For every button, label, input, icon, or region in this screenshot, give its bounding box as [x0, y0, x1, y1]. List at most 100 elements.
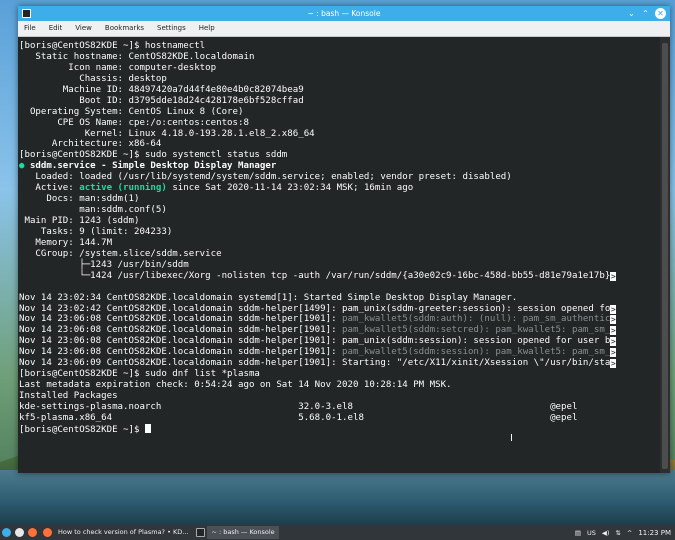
log-line: Nov 14 23:06:08 CentOS82KDE.localdomain …	[19, 314, 660, 325]
task-browser[interactable]: How to check version of Plasma? • KD...	[54, 526, 192, 539]
active-since: since Sat 2020-11-14 23:02:34 MSK; 16min…	[166, 183, 414, 194]
application-launcher-icon[interactable]	[2, 528, 11, 537]
log-line: Nov 14 23:06:09 CentOS82KDE.localdomain …	[19, 358, 660, 369]
terminal-text: Icon name: computer-desktop	[19, 62, 217, 73]
truncation-marker: >	[610, 326, 617, 336]
window-titlebar[interactable]: ~ : bash — Konsole ⌄ ⌃ ✕	[18, 6, 670, 21]
terminal-text: [boris@CentOS82KDE ~]$ hostnamectl	[19, 41, 206, 51]
truncation-marker: >	[610, 271, 617, 281]
terminal-text: Kernel: Linux 4.18.0-193.28.1.el8_2.x86_…	[19, 128, 315, 139]
terminal-line: Installed Packages	[19, 391, 660, 402]
loaded-line: Loaded: loaded (/usr/lib/systemd/system/…	[19, 172, 512, 183]
prompt-line: [boris@CentOS82KDE ~]$	[19, 423, 660, 435]
volume-icon[interactable]: ◀)	[602, 529, 610, 537]
menu-help[interactable]: Help	[199, 21, 215, 36]
terminal-line: Memory: 144.7M	[19, 238, 660, 249]
task-konsole[interactable]: ~ : bash — Konsole	[207, 526, 279, 539]
keyboard-layout[interactable]: US	[587, 529, 596, 537]
tray-expand-icon[interactable]: ^	[627, 529, 632, 537]
log-line: Nov 14 23:02:34 CentOS82KDE.localdomain …	[19, 293, 660, 304]
taskbar: How to check version of Plasma? • KD... …	[0, 525, 675, 540]
menu-bar: File Edit View Bookmarks Settings Help	[18, 21, 670, 37]
terminal-line: Boot ID: d3795dde18d24c428178e6bf528cffa…	[19, 96, 660, 107]
minimize-button[interactable]: ⌄	[626, 8, 637, 19]
terminal-text: [boris@CentOS82KDE ~]$ sudo systemctl st…	[19, 150, 288, 161]
close-button[interactable]: ✕	[655, 8, 666, 19]
clock[interactable]: 11:23 PM	[638, 529, 671, 537]
terminal-cursor	[144, 423, 151, 433]
firefox-icon[interactable]	[28, 528, 37, 537]
truncation-marker: >	[610, 348, 617, 358]
terminal-line: Operating System: CentOS Linux 8 (Core)	[19, 107, 660, 118]
log-prefix: Nov 14 23:06:08 CentOS82KDE.localdomain …	[19, 314, 343, 325]
log-prefix: Nov 14 23:06:08 CentOS82KDE.localdomain …	[19, 325, 343, 336]
log-message: Starting: "/etc/X11/xinit/Xsession \"/us…	[342, 358, 611, 369]
terminal-line: kf5-plasma.x86_64 5.68.0-1.el8 @epel	[19, 413, 660, 424]
prompt: [boris@CentOS82KDE ~]$	[19, 424, 145, 435]
terminal-line: └─1424 /usr/libexec/Xorg -nolisten tcp -…	[19, 271, 660, 282]
log-prefix: Nov 14 23:06:09 CentOS82KDE.localdomain …	[19, 358, 343, 369]
text-cursor-icon: I	[510, 433, 513, 444]
terminal-line: [boris@CentOS82KDE ~]$ sudo systemctl st…	[19, 150, 660, 161]
terminal-text: CPE OS Name: cpe:/o:centos:centos:8	[19, 117, 249, 128]
truncation-marker: >	[610, 315, 617, 325]
truncation-marker: >	[610, 337, 617, 347]
truncation-marker: >	[610, 304, 617, 314]
detail-text: Main PID: 1243 (sddm)	[19, 216, 140, 226]
chrome-icon[interactable]	[15, 528, 24, 537]
log-line: Nov 14 23:02:42 CentOS82KDE.localdomain …	[19, 304, 660, 315]
window-title: ~ : bash — Konsole	[307, 9, 381, 18]
log-prefix: Nov 14 23:06:08 CentOS82KDE.localdomain …	[19, 347, 343, 358]
log-line: Nov 14 23:06:08 CentOS82KDE.localdomain …	[19, 336, 660, 347]
menu-bookmarks[interactable]: Bookmarks	[105, 21, 144, 36]
terminal-text: Installed Packages	[19, 391, 118, 401]
terminal-line: Machine ID: 48497420a7d44f4e80e4b0c82074…	[19, 85, 660, 96]
log-line: Nov 14 23:06:08 CentOS82KDE.localdomain …	[19, 347, 660, 358]
truncation-marker: >	[610, 359, 617, 369]
maximize-button[interactable]: ⌃	[640, 8, 651, 19]
terminal-text: Operating System: CentOS Linux 8 (Core)	[19, 106, 244, 117]
menu-settings[interactable]: Settings	[157, 21, 186, 36]
service-header: sddm.service - Simple Desktop Display Ma…	[24, 161, 277, 172]
scrollbar-thumb[interactable]	[662, 43, 668, 469]
terminal-line: Static hostname: CentOS82KDE.localdomain	[19, 52, 660, 63]
terminal-line: [boris@CentOS82KDE ~]$ hostnamectl	[19, 41, 660, 52]
terminal-line: kde-settings-plasma.noarch 32.0-3.el8 @e…	[19, 402, 660, 413]
log-message: pam_kwallet5(sddm:setcred): pam_kwallet5…	[342, 325, 611, 336]
terminal-output[interactable]: [boris@CentOS82KDE ~]$ hostnamectl Stati…	[18, 37, 660, 473]
terminal-line: Last metadata expiration check: 0:54:24 …	[19, 380, 660, 391]
konsole-task-icon	[196, 528, 206, 537]
terminal-line: CPE OS Name: cpe:/o:centos:centos:8	[19, 118, 660, 129]
log-message: pam_unix(sddm-greeter:session): session …	[342, 303, 611, 314]
log-prefix: Nov 14 23:06:08 CentOS82KDE.localdomain …	[19, 336, 343, 347]
terminal-text: Machine ID: 48497420a7d44f4e80e4b0c82074…	[19, 84, 304, 95]
detail-text: ├─1243 /usr/bin/sddm	[19, 259, 189, 270]
terminal-line: ● sddm.service - Simple Desktop Display …	[19, 161, 660, 172]
terminal-line: Icon name: computer-desktop	[19, 63, 660, 74]
terminal-line: Docs: man:sddm(1)	[19, 194, 660, 205]
terminal-line: Loaded: loaded (/usr/lib/systemd/system/…	[19, 172, 660, 183]
terminal-text: Chassis: desktop	[19, 73, 167, 84]
terminal-text: [boris@CentOS82KDE ~]$ sudo dnf list *pl…	[19, 369, 260, 380]
menu-edit[interactable]: Edit	[49, 21, 63, 36]
detail-text: Docs: man:sddm(1)	[19, 194, 140, 205]
terminal-text: kf5-plasma.x86_64 5.68.0-1.el8 @epel	[19, 412, 578, 423]
menu-view[interactable]: View	[75, 21, 92, 36]
network-icon[interactable]: ⇅	[615, 529, 620, 537]
menu-file[interactable]: File	[24, 21, 36, 36]
system-tray: ▤ US ◀) ⇅ ^ 11:23 PM	[572, 529, 675, 537]
log-prefix: Nov 14 23:02:34 CentOS82KDE.localdomain …	[19, 292, 518, 303]
detail-text: man:sddm.conf(5)	[19, 205, 167, 216]
detail-text: └─1424 /usr/libexec/Xorg -nolisten tcp -…	[19, 270, 611, 281]
clipboard-icon[interactable]: ▤	[575, 529, 581, 537]
terminal-line: Tasks: 9 (limit: 204233)	[19, 227, 660, 238]
terminal-line: man:sddm.conf(5)	[19, 205, 660, 216]
terminal-scrollbar[interactable]	[660, 37, 670, 473]
terminal-text: Last metadata expiration check: 0:54:24 …	[19, 380, 452, 391]
detail-text: Memory: 144.7M	[19, 237, 113, 248]
log-message: pam_kwallet5(sddm:auth): (null): pam_sm_…	[342, 314, 611, 325]
terminal-line: Architecture: x86-64	[19, 139, 660, 150]
log-prefix: Nov 14 23:02:42 CentOS82KDE.localdomain …	[19, 303, 343, 314]
log-message: pam_unix(sddm:session): session opened f…	[342, 336, 611, 347]
active-state: active (running)	[79, 183, 167, 194]
